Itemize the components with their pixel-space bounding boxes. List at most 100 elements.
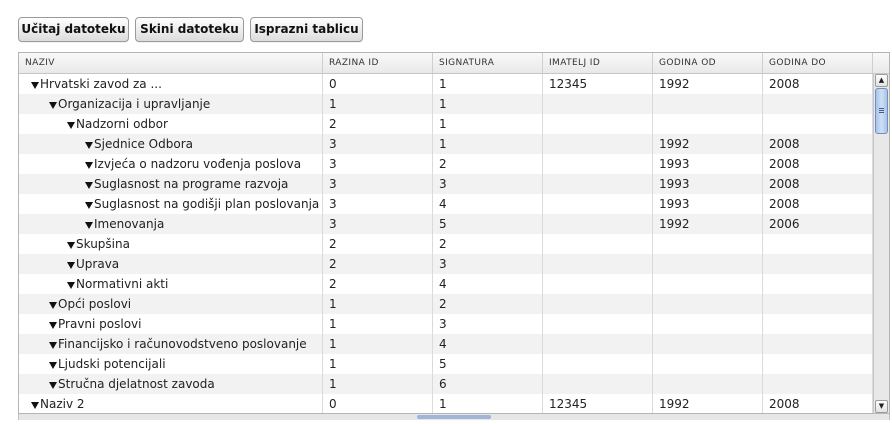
cell-godina-do bbox=[763, 354, 873, 374]
cell-imatelj-id: 12345 bbox=[543, 394, 653, 413]
cell-razina-id: 1 bbox=[323, 94, 433, 114]
cell-signatura: 1 bbox=[433, 394, 543, 413]
node-label: Skupšina bbox=[76, 237, 130, 251]
table-row[interactable]: Imenovanja 3 5 1992 2006 bbox=[19, 214, 873, 234]
download-file-button[interactable]: Skini datoteku bbox=[135, 17, 244, 42]
node-label: Ljudski potencijali bbox=[58, 357, 166, 371]
column-header-naziv[interactable]: NAZIV bbox=[19, 53, 323, 73]
cell-godina-od bbox=[653, 94, 763, 114]
expand-toggle-icon[interactable] bbox=[31, 82, 39, 89]
cell-godina-do bbox=[763, 314, 873, 334]
cell-razina-id: 3 bbox=[323, 194, 433, 214]
scroll-down-icon[interactable]: ▼ bbox=[875, 400, 888, 413]
header-corner bbox=[873, 53, 889, 73]
cell-naziv: Izvjeća o nadzoru vođenja poslova bbox=[19, 154, 323, 174]
cell-imatelj-id bbox=[543, 354, 653, 374]
cell-razina-id: 2 bbox=[323, 274, 433, 294]
cell-naziv: Nadzorni odbor bbox=[19, 114, 323, 134]
expand-toggle-icon[interactable] bbox=[49, 322, 57, 329]
table-row[interactable]: Sjednice Odbora 3 1 1992 2008 bbox=[19, 134, 873, 154]
cell-signatura: 6 bbox=[433, 374, 543, 394]
table-row[interactable]: Suglasnost na programe razvoja 3 3 1993 2008 bbox=[19, 174, 873, 194]
expand-toggle-icon[interactable] bbox=[49, 362, 57, 369]
cell-signatura: 1 bbox=[433, 94, 543, 114]
table-row[interactable]: Hrvatski zavod za ... 0 1 12345 1992 2008 bbox=[19, 74, 873, 94]
cell-godina-do bbox=[763, 94, 873, 114]
cell-signatura: 4 bbox=[433, 194, 543, 214]
cell-naziv: Sjednice Odbora bbox=[19, 134, 323, 154]
cell-godina-od bbox=[653, 294, 763, 314]
cell-razina-id: 2 bbox=[323, 114, 433, 134]
toolbar: Učitaj datoteku Skini datoteku Isprazni … bbox=[0, 0, 892, 50]
table-row[interactable]: Opći poslovi 1 2 bbox=[19, 294, 873, 314]
vertical-scrollbar[interactable]: ▲ ▼ bbox=[873, 74, 889, 413]
table-row[interactable]: Suglasnost na godišji plan poslovanja 3 4 1… bbox=[19, 194, 873, 214]
table-row[interactable]: Uprava 2 3 bbox=[19, 254, 873, 274]
expand-toggle-icon[interactable] bbox=[67, 122, 75, 129]
cell-naziv: Ljudski potencijali bbox=[19, 354, 323, 374]
cell-godina-od: 1992 bbox=[653, 394, 763, 413]
horizontal-scrollbar[interactable] bbox=[18, 414, 890, 420]
table-row[interactable]: Stručna djelatnost zavoda 1 6 bbox=[19, 374, 873, 394]
cell-imatelj-id bbox=[543, 94, 653, 114]
cell-godina-od bbox=[653, 234, 763, 254]
cell-imatelj-id bbox=[543, 234, 653, 254]
cell-naziv: Financijsko i računovodstveno poslovanje bbox=[19, 334, 323, 354]
expand-toggle-icon[interactable] bbox=[85, 142, 93, 149]
cell-godina-od bbox=[653, 114, 763, 134]
cell-godina-od bbox=[653, 254, 763, 274]
table-row[interactable]: Pravni poslovi 1 3 bbox=[19, 314, 873, 334]
cell-signatura: 1 bbox=[433, 74, 543, 94]
cell-godina-od bbox=[653, 334, 763, 354]
scroll-thumb[interactable] bbox=[875, 88, 888, 134]
expand-toggle-icon[interactable] bbox=[67, 282, 75, 289]
cell-signatura: 4 bbox=[433, 274, 543, 294]
expand-toggle-icon[interactable] bbox=[67, 242, 75, 249]
cell-razina-id: 3 bbox=[323, 214, 433, 234]
expand-toggle-icon[interactable] bbox=[49, 382, 57, 389]
expand-toggle-icon[interactable] bbox=[31, 402, 39, 409]
scroll-up-icon[interactable]: ▲ bbox=[875, 74, 888, 87]
load-file-button[interactable]: Učitaj datoteku bbox=[18, 17, 129, 42]
expand-toggle-icon[interactable] bbox=[85, 162, 93, 169]
cell-naziv: Suglasnost na programe razvoja bbox=[19, 174, 323, 194]
cell-godina-do bbox=[763, 334, 873, 354]
cell-razina-id: 0 bbox=[323, 394, 433, 413]
cell-naziv: Pravni poslovi bbox=[19, 314, 323, 334]
thumb-grip-line bbox=[879, 112, 884, 113]
table-row[interactable]: Financijsko i računovodstveno poslovanje… bbox=[19, 334, 873, 354]
node-label: Stručna djelatnost zavoda bbox=[58, 377, 215, 391]
table-row[interactable]: Izvjeća o nadzoru vođenja poslova 3 2 1993 2… bbox=[19, 154, 873, 174]
expand-toggle-icon[interactable] bbox=[49, 102, 57, 109]
expand-toggle-icon[interactable] bbox=[85, 222, 93, 229]
table-row[interactable]: Naziv 2 0 1 12345 1992 2008 bbox=[19, 394, 873, 413]
column-header-razina-id[interactable]: RAZINA ID bbox=[323, 53, 433, 73]
cell-signatura: 4 bbox=[433, 334, 543, 354]
horizontal-scroll-thumb[interactable] bbox=[417, 415, 491, 419]
expand-toggle-icon[interactable] bbox=[85, 202, 93, 209]
table-row[interactable]: Nadzorni odbor 2 1 bbox=[19, 114, 873, 134]
expand-toggle-icon[interactable] bbox=[49, 342, 57, 349]
node-label: Naziv 2 bbox=[40, 397, 85, 411]
thumb-grip-line bbox=[879, 110, 884, 111]
table-row[interactable]: Ljudski potencijali 1 5 bbox=[19, 354, 873, 374]
cell-signatura: 2 bbox=[433, 154, 543, 174]
table-row[interactable]: Normativni akti 2 4 bbox=[19, 274, 873, 294]
column-header-godina-od[interactable]: GODINA OD bbox=[653, 53, 763, 73]
cell-godina-do bbox=[763, 234, 873, 254]
column-header-signatura[interactable]: SIGNATURA bbox=[433, 53, 543, 73]
table-row[interactable]: Organizacija i upravljanje 1 1 bbox=[19, 94, 873, 114]
expand-toggle-icon[interactable] bbox=[49, 302, 57, 309]
column-header-imatelj-id[interactable]: IMATELJ ID bbox=[543, 53, 653, 73]
node-label: Normativni akti bbox=[76, 277, 169, 291]
column-header-godina-do[interactable]: GODINA DO bbox=[763, 53, 873, 73]
expand-toggle-icon[interactable] bbox=[67, 262, 75, 269]
expand-toggle-icon[interactable] bbox=[85, 182, 93, 189]
cell-imatelj-id bbox=[543, 174, 653, 194]
table-row[interactable]: Skupšina 2 2 bbox=[19, 234, 873, 254]
cell-imatelj-id bbox=[543, 134, 653, 154]
clear-table-button[interactable]: Isprazni tablicu bbox=[250, 17, 363, 42]
cell-godina-do: 2008 bbox=[763, 194, 873, 214]
node-label: Uprava bbox=[76, 257, 120, 271]
cell-imatelj-id bbox=[543, 334, 653, 354]
